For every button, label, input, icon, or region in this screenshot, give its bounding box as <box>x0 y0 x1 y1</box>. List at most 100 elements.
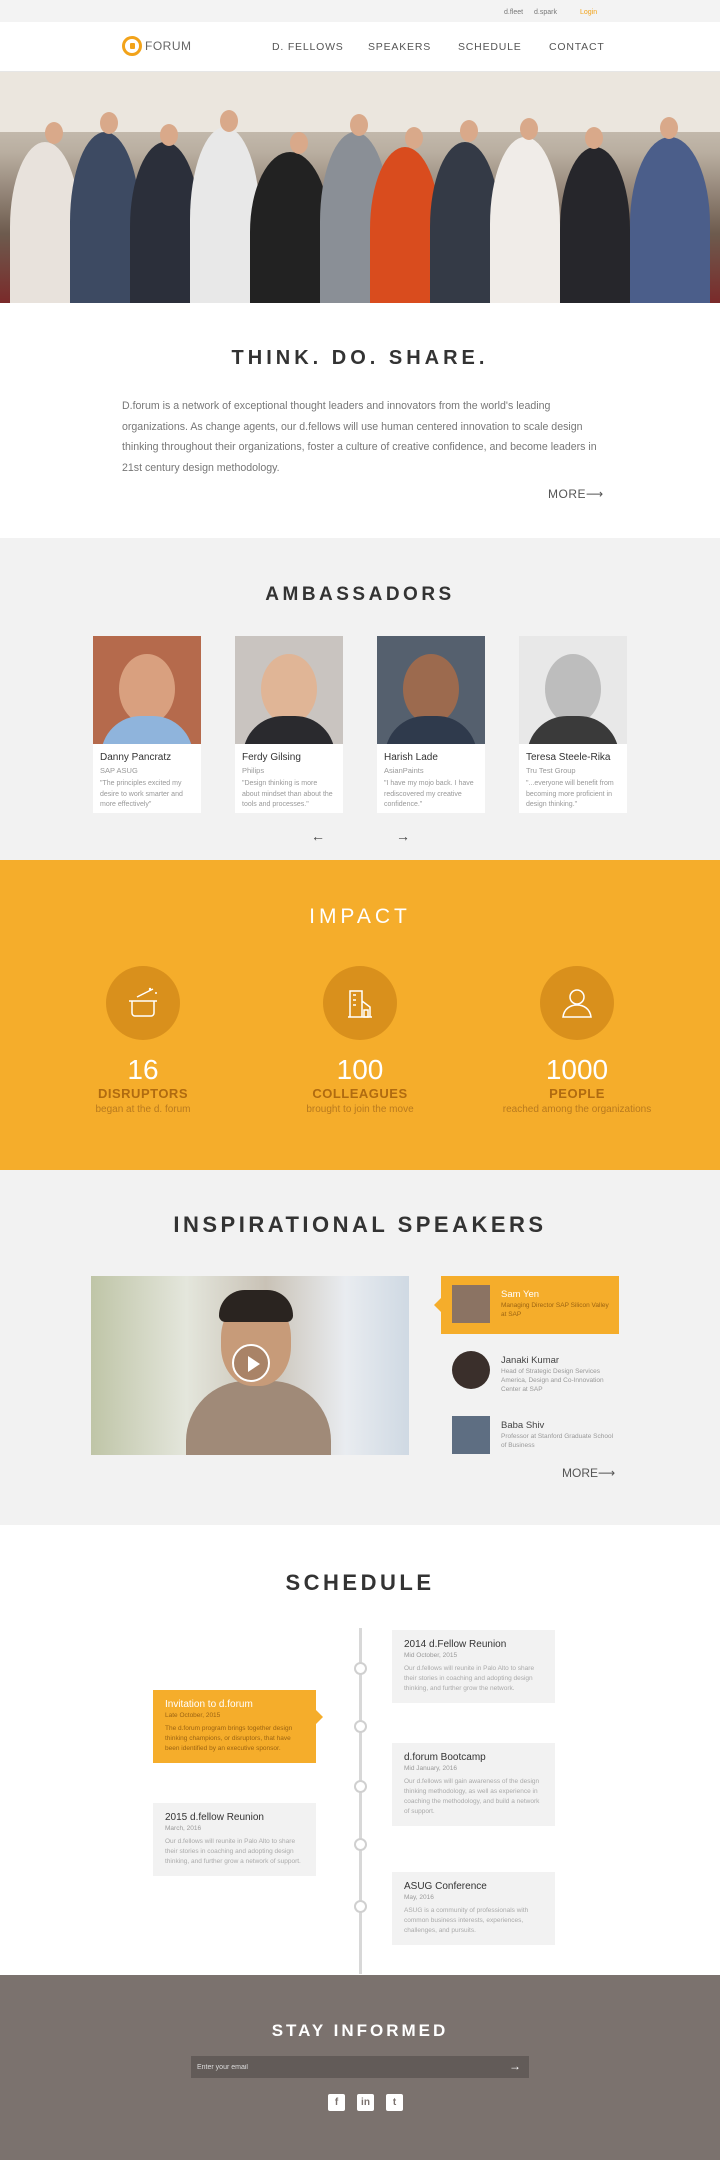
timeline-dot <box>354 1780 367 1793</box>
hero-head <box>45 122 63 144</box>
schedule-event[interactable]: 2015 d.fellow Reunion March, 2016 Our d.… <box>153 1803 316 1876</box>
event-title: 2015 d.fellow Reunion <box>165 1812 264 1823</box>
intro-more-link[interactable]: MORE⟶ <box>548 487 604 501</box>
hero-head <box>350 114 368 136</box>
video-speaker-body <box>186 1381 331 1455</box>
email-input[interactable] <box>197 2056 497 2078</box>
ambassadors-section: AMBASSADORS Danny Pancratz SAP ASUG "The… <box>0 538 720 860</box>
ambassador-shirt <box>243 716 335 744</box>
ambassador-company: Tru Test Group <box>526 766 576 775</box>
pot-icon <box>106 966 180 1040</box>
email-signup: → <box>191 2056 529 2078</box>
nav-schedule[interactable]: SCHEDULE <box>458 41 522 53</box>
dspark-link[interactable]: d.spark <box>534 9 557 16</box>
speaker-role: Professor at Stanford Graduate School of… <box>501 1433 614 1449</box>
ambassador-shirt <box>385 716 477 744</box>
event-date: Late October, 2015 <box>165 1712 221 1719</box>
impact-stat: 1000 PEOPLE reached among the organizati… <box>487 966 667 1115</box>
ambassador-card[interactable]: Ferdy Gilsing Philips "Design thinking i… <box>235 636 343 813</box>
speakers-more-link[interactable]: MORE⟶ <box>562 1466 615 1480</box>
ambassador-quote: "The principles excited my desire to wor… <box>100 780 183 808</box>
speaker-avatar <box>452 1416 490 1454</box>
speakers-section: INSPIRATIONAL SPEAKERS Sam Yen Managing … <box>0 1170 720 1525</box>
dfleet-link[interactable]: d.fleet <box>504 9 523 16</box>
twitter-icon[interactable]: t <box>386 2094 403 2111</box>
stat-subtext: brought to join the move <box>306 1104 414 1115</box>
speaker-video[interactable] <box>91 1276 409 1455</box>
speaker-item[interactable]: Baba Shiv Professor at Stanford Graduate… <box>441 1407 619 1465</box>
schedule-event[interactable]: Invitation to d.forum Late October, 2015… <box>153 1690 323 1763</box>
hero-head <box>660 117 678 139</box>
ambassadors-title: AMBASSADORS <box>265 584 455 605</box>
hero-head <box>405 127 423 149</box>
hero-head <box>290 132 308 154</box>
event-title: 2014 d.Fellow Reunion <box>404 1639 507 1650</box>
nav-dfellows[interactable]: D. FELLOWS <box>272 41 344 53</box>
nav-speakers[interactable]: SPEAKERS <box>368 41 431 53</box>
event-text: Our d.fellows will reunite in Palo Alto … <box>404 1665 535 1692</box>
facebook-icon[interactable]: f <box>328 2094 345 2111</box>
event-title: d.forum Bootcamp <box>404 1752 486 1763</box>
schedule-event[interactable]: d.forum Bootcamp Mid January, 2016 Our d… <box>392 1743 555 1826</box>
event-title: Invitation to d.forum <box>165 1699 253 1710</box>
timeline-dot <box>354 1662 367 1675</box>
hero-head <box>160 124 178 146</box>
speaker-name: Baba Shiv <box>501 1420 545 1431</box>
impact-section: IMPACT 16 DISRUPTORS began at the d. for… <box>0 860 720 1170</box>
stat-subtext: reached among the organizations <box>502 1104 652 1115</box>
stay-informed-title: STAY INFORMED <box>271 2021 449 2040</box>
speaker-item[interactable]: Janaki Kumar Head of Strategic Design Se… <box>441 1342 619 1400</box>
play-icon[interactable] <box>232 1344 270 1382</box>
ambassadors-next-arrow-icon[interactable]: → <box>396 828 410 844</box>
ambassador-name: Harish Lade <box>384 752 438 763</box>
ambassador-card[interactable]: Teresa Steele-Rika Tru Test Group "...ev… <box>519 636 627 813</box>
schedule-event[interactable]: 2014 d.Fellow Reunion Mid October, 2015 … <box>392 1630 555 1703</box>
stat-subtext: began at the d. forum <box>95 1104 191 1115</box>
schedule-event[interactable]: ASUG Conference May, 2016 ASUG is a comm… <box>392 1872 555 1945</box>
intro-text: D.forum is a network of exceptional thou… <box>122 400 597 474</box>
ambassador-company: SAP ASUG <box>100 766 138 775</box>
stat-label: DISRUPTORS <box>98 1086 188 1101</box>
ambassador-photo <box>235 636 343 744</box>
speaker-avatar <box>452 1285 490 1323</box>
event-text: ASUG is a community of professionals wit… <box>404 1907 529 1934</box>
impact-title: IMPACT <box>309 905 411 928</box>
hero-head <box>460 120 478 142</box>
logo[interactable]: FORUM <box>122 36 192 56</box>
ambassador-name: Danny Pancratz <box>100 752 172 763</box>
speaker-name: Janaki Kumar <box>501 1355 560 1366</box>
speaker-avatar <box>452 1351 490 1389</box>
ambassador-face <box>545 654 601 724</box>
intro-title: THINK. DO. SHARE. <box>231 347 489 369</box>
ambassador-shirt <box>101 716 193 744</box>
ambassador-face <box>403 654 459 724</box>
event-text: Our d.fellows will reunite in Palo Alto … <box>165 1838 301 1865</box>
logo-icon <box>122 36 142 56</box>
speaker-item[interactable]: Sam Yen Managing Director SAP Silicon Va… <box>434 1276 619 1334</box>
event-text: The d.forum program brings together desi… <box>165 1725 293 1752</box>
impact-stat: 16 DISRUPTORS began at the d. forum <box>53 966 233 1115</box>
submit-arrow-icon[interactable]: → <box>509 2059 521 2073</box>
ambassadors-prev-arrow-icon[interactable]: ← <box>311 828 325 844</box>
stat-label: COLLEAGUES <box>312 1086 408 1101</box>
ambassador-card[interactable]: Harish Lade AsianPaints "I have my mojo … <box>377 636 485 813</box>
ambassador-name: Teresa Steele-Rika <box>526 752 611 763</box>
ambassador-name: Ferdy Gilsing <box>242 752 301 763</box>
speaker-role: Managing Director SAP Silicon Valley at … <box>501 1302 609 1318</box>
speaker-role: Head of Strategic Design Services Americ… <box>501 1368 604 1393</box>
login-link[interactable]: Login <box>580 9 597 16</box>
event-date: Mid January, 2016 <box>404 1765 457 1772</box>
timeline-line <box>359 1628 362 1974</box>
arrow-right-icon: ⟶ <box>598 1466 616 1480</box>
ambassador-quote: "...everyone will benefit from becoming … <box>526 780 614 808</box>
footer: STAY INFORMED → f in t <box>0 1975 720 2160</box>
ambassador-quote: "I have my mojo back. I have rediscovere… <box>384 780 474 808</box>
hero-head <box>220 110 238 132</box>
ambassador-card[interactable]: Danny Pancratz SAP ASUG "The principles … <box>93 636 201 813</box>
utility-bar: d.fleet d.spark Login <box>0 0 720 22</box>
hero-head <box>520 118 538 140</box>
linkedin-icon[interactable]: in <box>357 2094 374 2111</box>
schedule-title: SCHEDULE <box>285 1570 435 1595</box>
nav-contact[interactable]: CONTACT <box>549 41 605 53</box>
speaker-name: Sam Yen <box>501 1289 540 1300</box>
